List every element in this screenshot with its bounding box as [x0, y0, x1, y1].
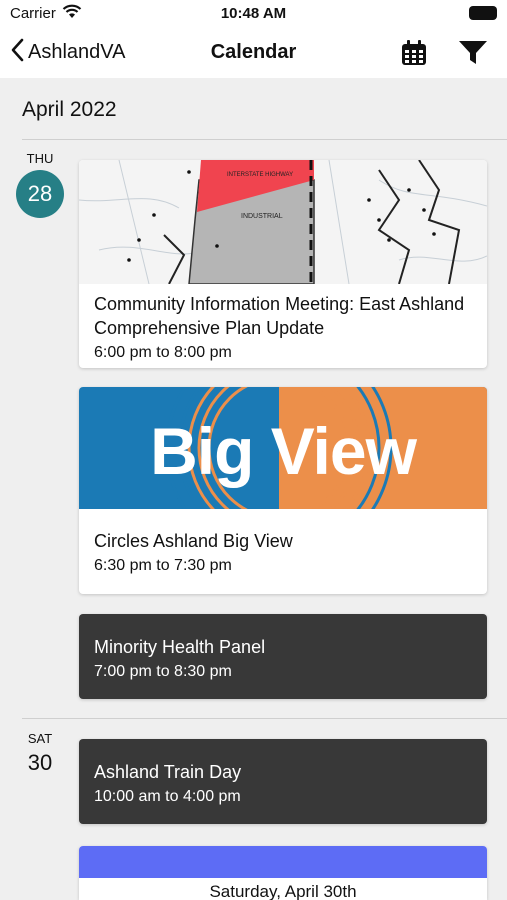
day-of-week: SAT: [27, 731, 53, 746]
event-image-bigview: Big View: [79, 387, 487, 509]
day-of-week: THU: [26, 151, 54, 166]
event-time: 7:00 pm to 8:30 pm: [94, 663, 232, 680]
event-card[interactable]: INTERSTATE HIGHWAY INDUSTRIAL Community …: [79, 160, 487, 368]
event-time: 10:00 am to 4:00 pm: [94, 788, 241, 805]
event-title: Circles Ashland Big View: [94, 531, 293, 551]
event-image-map: INTERSTATE HIGHWAY INDUSTRIAL: [79, 160, 487, 285]
flyer-text: Saturday, April 30th: [209, 882, 357, 900]
flyer-header-band: [79, 846, 487, 878]
battery-icon: [469, 6, 497, 20]
filter-icon[interactable]: [458, 40, 488, 66]
event-time: 6:30 pm to 7:30 pm: [94, 557, 232, 574]
event-title: Community Information Meeting: East Ashl…: [94, 294, 465, 338]
map-zone-label: INDUSTRIAL: [241, 213, 283, 220]
section-divider: [22, 718, 507, 719]
day-label-sat: SAT 30: [0, 731, 80, 776]
page-title: Calendar: [210, 41, 297, 63]
event-card[interactable]: Minority Health Panel 7:00 pm to 8:30 pm: [79, 614, 487, 699]
event-card[interactable]: Saturday, April 30th: [79, 846, 487, 900]
event-time: 6:00 pm to 8:00 pm: [94, 344, 232, 361]
status-time: 10:48 AM: [220, 5, 287, 22]
status-bar: Carrier 10:48 AM: [0, 0, 507, 28]
event-card[interactable]: Ashland Train Day 10:00 am to 4:00 pm: [79, 739, 487, 824]
event-image-flyer: Saturday, April 30th: [79, 846, 487, 900]
day-date: 30: [27, 750, 53, 775]
event-card[interactable]: Big View Circles Ashland Big View 6:30 p…: [79, 387, 487, 594]
month-header: April 2022: [22, 98, 117, 121]
day-label-thu: THU 28: [0, 151, 80, 218]
calendar-icon[interactable]: [400, 39, 428, 67]
event-title: Minority Health Panel: [94, 637, 266, 657]
section-divider: [22, 139, 507, 140]
bigview-image-text: Big View: [150, 414, 417, 488]
map-highway-label: INTERSTATE HIGHWAY: [227, 172, 293, 178]
navigation-bar: AshlandVA Calendar: [0, 28, 507, 78]
event-title: Ashland Train Day: [94, 762, 242, 782]
day-date-highlight: 28: [16, 170, 64, 218]
